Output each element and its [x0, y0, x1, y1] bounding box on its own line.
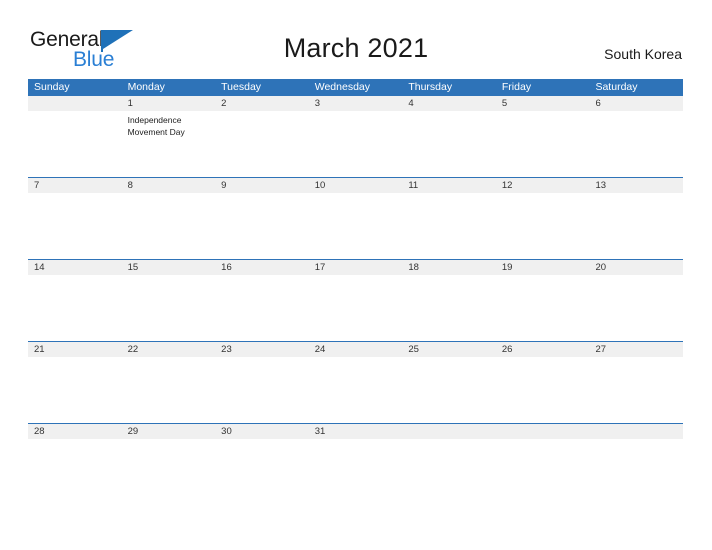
- week-date-band: 14 15 16 17 18 19 20: [28, 259, 683, 275]
- weekday-header-monday: Monday: [127, 81, 165, 93]
- day-cell[interactable]: [402, 111, 496, 177]
- weekday-header-sunday: Sunday: [34, 81, 70, 93]
- day-number[interactable]: 14: [28, 260, 122, 275]
- week-date-band: 28 29 30 31: [28, 423, 683, 439]
- day-cell[interactable]: [589, 111, 683, 177]
- day-cell[interactable]: [309, 111, 403, 177]
- day-cell[interactable]: [309, 439, 403, 505]
- day-number[interactable]: 20: [589, 260, 683, 275]
- day-cell[interactable]: [496, 111, 590, 177]
- week-date-band: 21 22 23 24 25 26 27: [28, 341, 683, 357]
- day-number[interactable]: 17: [309, 260, 403, 275]
- day-number[interactable]: [28, 96, 122, 111]
- day-cell[interactable]: [122, 439, 216, 505]
- day-cell[interactable]: [28, 193, 122, 259]
- day-cell[interactable]: [589, 193, 683, 259]
- day-cell[interactable]: [28, 275, 122, 341]
- day-number[interactable]: 3: [309, 96, 403, 111]
- day-cell[interactable]: [589, 275, 683, 341]
- day-number[interactable]: 23: [215, 342, 309, 357]
- day-number[interactable]: 27: [589, 342, 683, 357]
- day-number[interactable]: 7: [28, 178, 122, 193]
- day-cell[interactable]: [122, 275, 216, 341]
- day-number[interactable]: 29: [122, 424, 216, 439]
- weekday-header-tuesday: Tuesday: [221, 81, 262, 93]
- calendar-week-row: 21 22 23 24 25 26 27: [28, 341, 683, 423]
- day-number[interactable]: 9: [215, 178, 309, 193]
- day-number[interactable]: 2: [215, 96, 309, 111]
- day-number[interactable]: 4: [402, 96, 496, 111]
- calendar-week-row: 7 8 9 10 11 12 13: [28, 177, 683, 259]
- day-number[interactable]: 6: [589, 96, 683, 111]
- day-number[interactable]: 11: [402, 178, 496, 193]
- day-cell[interactable]: [402, 357, 496, 423]
- day-cell[interactable]: [122, 193, 216, 259]
- week-date-band: 1 2 3 4 5 6: [28, 95, 683, 111]
- region-label: South Korea: [604, 46, 682, 62]
- weekday-header-thursday: Thursday: [408, 81, 453, 93]
- day-cell[interactable]: [122, 357, 216, 423]
- day-number[interactable]: 13: [589, 178, 683, 193]
- day-number[interactable]: 10: [309, 178, 403, 193]
- week-event-body: [28, 439, 683, 505]
- day-cell[interactable]: [215, 193, 309, 259]
- day-number[interactable]: 25: [402, 342, 496, 357]
- day-cell[interactable]: [496, 275, 590, 341]
- day-event: Independence Movement Day: [127, 115, 185, 137]
- calendar-page: General Blue March 2021 South Korea Sund…: [0, 0, 712, 550]
- day-cell[interactable]: [589, 439, 683, 505]
- week-event-body: [28, 193, 683, 259]
- week-date-band: 7 8 9 10 11 12 13: [28, 177, 683, 193]
- calendar-week-row: 1 2 3 4 5 6 Independence Movement Day: [28, 95, 683, 177]
- day-number[interactable]: 21: [28, 342, 122, 357]
- day-number[interactable]: 8: [122, 178, 216, 193]
- week-event-body: [28, 357, 683, 423]
- day-number[interactable]: 15: [122, 260, 216, 275]
- weekday-header-row: Sunday Monday Tuesday Wednesday Thursday…: [28, 79, 683, 95]
- day-number[interactable]: 22: [122, 342, 216, 357]
- weekday-header-friday: Friday: [501, 81, 532, 93]
- day-cell[interactable]: [309, 275, 403, 341]
- day-number[interactable]: 1: [122, 96, 216, 111]
- week-event-body: [28, 275, 683, 341]
- day-cell[interactable]: [402, 193, 496, 259]
- day-cell[interactable]: [309, 193, 403, 259]
- day-number[interactable]: 30: [215, 424, 309, 439]
- day-cell[interactable]: [589, 357, 683, 423]
- weekday-header-wednesday: Wednesday: [314, 81, 370, 93]
- calendar-week-row: 28 29 30 31: [28, 423, 683, 505]
- week-event-body: Independence Movement Day: [28, 111, 683, 177]
- calendar-grid: Sunday Monday Tuesday Wednesday Thursday…: [28, 79, 683, 505]
- weekday-header-saturday: Saturday: [595, 81, 638, 93]
- day-number[interactable]: 28: [28, 424, 122, 439]
- day-cell[interactable]: [496, 439, 590, 505]
- day-number[interactable]: 12: [496, 178, 590, 193]
- day-number[interactable]: [589, 424, 683, 439]
- day-cell[interactable]: [215, 357, 309, 423]
- day-number[interactable]: [402, 424, 496, 439]
- day-cell[interactable]: [496, 357, 590, 423]
- day-cell[interactable]: [215, 275, 309, 341]
- day-cell[interactable]: [309, 357, 403, 423]
- day-number[interactable]: 5: [496, 96, 590, 111]
- calendar-week-row: 14 15 16 17 18 19 20: [28, 259, 683, 341]
- day-number[interactable]: [496, 424, 590, 439]
- day-number[interactable]: 24: [309, 342, 403, 357]
- day-cell[interactable]: [28, 357, 122, 423]
- page-header: General Blue March 2021 South Korea: [0, 0, 712, 78]
- day-cell[interactable]: [215, 111, 309, 177]
- day-cell[interactable]: Independence Movement Day: [122, 111, 216, 177]
- day-cell[interactable]: [28, 111, 122, 177]
- day-cell[interactable]: [496, 193, 590, 259]
- day-number[interactable]: 31: [309, 424, 403, 439]
- day-number[interactable]: 26: [496, 342, 590, 357]
- day-cell[interactable]: [402, 439, 496, 505]
- day-cell[interactable]: [28, 439, 122, 505]
- day-cell[interactable]: [215, 439, 309, 505]
- day-number[interactable]: 19: [496, 260, 590, 275]
- day-cell[interactable]: [402, 275, 496, 341]
- day-number[interactable]: 18: [402, 260, 496, 275]
- day-number[interactable]: 16: [215, 260, 309, 275]
